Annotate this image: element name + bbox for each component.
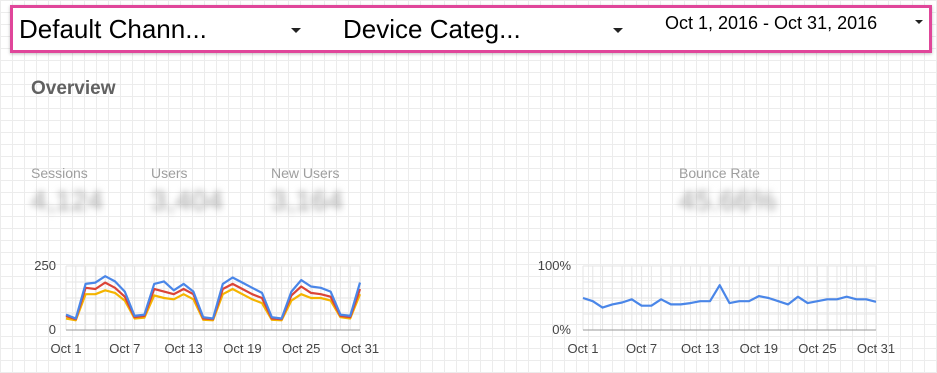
y-tick-label: 250 [34,258,56,273]
sessions-users-timeseries-chart: 250 0 Oct 1 Oct 7 Oct 13 Oct 19 Oct 25 Oct 31 [34,258,379,356]
x-tick-label: Oct 13 [164,341,202,356]
x-tick-label: Oct 1 [50,341,81,356]
x-tick-label: Oct 31 [341,341,379,356]
y-tick-label: 0 [49,322,56,337]
x-tick-label: Oct 7 [109,341,140,356]
x-tick-label: Oct 25 [282,341,320,356]
x-tick-label: Oct 19 [223,341,261,356]
